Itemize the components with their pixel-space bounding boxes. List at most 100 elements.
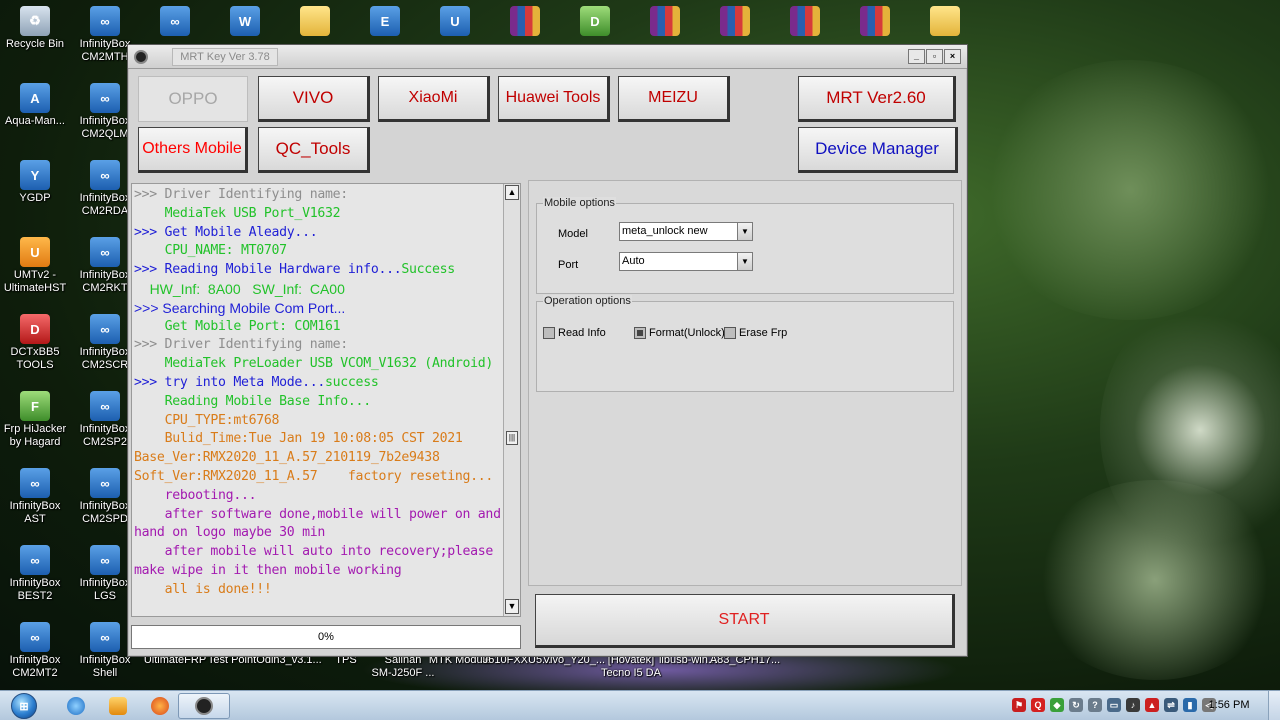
desktop-icon[interactable]: F Frp HiJacker by Hagard — [0, 391, 72, 449]
chevron-down-icon[interactable]: ▼ — [737, 223, 752, 240]
format-unlock-label: Format(Unlock) — [649, 327, 725, 339]
log-line: >>> Get Mobile Aleady... — [134, 224, 318, 240]
checkbox-icon[interactable] — [724, 327, 736, 339]
restore-button[interactable]: ▫ — [926, 49, 943, 64]
chevron-down-icon[interactable]: ▼ — [737, 253, 752, 270]
log-line-segment: Success — [401, 262, 455, 278]
desktop-icon[interactable]: U UMTv2 - UltimateHST — [0, 237, 72, 295]
desktop-icon[interactable]: ♻ Recycle Bin — [0, 6, 72, 51]
format-unlock-checkbox[interactable]: Format(Unlock) — [634, 327, 725, 339]
oppo-button[interactable]: OPPO — [138, 76, 248, 122]
infinitybox-icon: ∞ — [90, 391, 120, 421]
start-menu-button[interactable]: ⊞ — [4, 691, 44, 720]
log-line: MediaTek PreLoader USB VCOM_V1632 (Andro… — [134, 356, 494, 372]
infinitybox-icon: ∞ — [90, 545, 120, 575]
desktop-icon[interactable] — [628, 6, 702, 38]
desktop-icon-label: InfinityBox BEST2 — [9, 577, 61, 602]
antivirus-icon[interactable]: ▲ — [1145, 698, 1159, 712]
close-button[interactable]: × — [944, 49, 961, 64]
desktop-icon[interactable] — [278, 6, 352, 38]
infinitybox-icon: ∞ — [20, 468, 50, 498]
q-icon[interactable]: Q — [1031, 698, 1045, 712]
log-scrollbar[interactable]: ▲ ||| ▼ — [503, 184, 520, 616]
mobile-options-title: Mobile options — [543, 197, 616, 209]
model-value: meta_unlock new — [622, 225, 708, 237]
device-icon[interactable]: ▭ — [1107, 698, 1121, 712]
erase-frp-checkbox[interactable]: Erase Frp — [724, 327, 787, 339]
others-mobile-button[interactable]: Others Mobile — [138, 127, 248, 173]
log-line-segment: >>> Reading Mobile Hardware info... — [134, 262, 402, 278]
desktop-icon-label: DCTxBB5 TOOLS — [10, 346, 60, 371]
desktop-icon-label: InfinityBox Shell — [79, 654, 131, 679]
log-line: >>> Reading Mobile Hardware info...Succe… — [134, 261, 502, 280]
desktop-icon[interactable] — [768, 6, 842, 38]
mrt-ver-button[interactable]: MRT Ver2.60 — [798, 76, 956, 122]
qc-tools-button[interactable]: QC_Tools — [258, 127, 370, 173]
desktop-icon[interactable] — [908, 6, 982, 38]
flag-icon[interactable]: ⚑ — [1012, 698, 1026, 712]
desktop-icon[interactable]: ∞ InfinityBox BEST2 — [0, 545, 72, 603]
model-select[interactable]: meta_unlock new ▼ — [619, 222, 753, 241]
help-icon[interactable]: ? — [1088, 698, 1102, 712]
log-line: Reading Mobile Base Info... — [134, 393, 372, 409]
scroll-up-icon[interactable]: ▲ — [505, 185, 519, 200]
security-icon[interactable]: ◆ — [1050, 698, 1064, 712]
desktop-icon[interactable] — [838, 6, 912, 38]
huawei-tools-button[interactable]: Huawei Tools — [498, 76, 610, 122]
taskbar-mrt-key[interactable] — [178, 693, 230, 719]
port-select[interactable]: Auto ▼ — [619, 252, 753, 271]
scroll-thumb[interactable]: ||| — [506, 431, 518, 445]
rar-archive-icon — [860, 6, 890, 36]
desktop-icon[interactable] — [488, 6, 562, 38]
desktop-icon[interactable]: Y YGDP — [0, 160, 72, 205]
infinitybox-icon: ∞ — [90, 237, 120, 267]
desktop-icon[interactable]: D DCTxBB5 TOOLS — [0, 314, 72, 372]
desktop-icon[interactable]: ∞ InfinityBox CM2MT2 — [0, 622, 72, 680]
desktop-icon-label: Frp HiJacker by Hagard — [3, 423, 67, 448]
mobile-options-group: Mobile options Model meta_unlock new ▼ P… — [536, 197, 954, 294]
clock[interactable]: 1:56 PM — [1196, 699, 1262, 711]
desktop-icon[interactable]: E — [348, 6, 422, 38]
desktop-icon[interactable]: A Aqua-Man... — [0, 83, 72, 128]
frp-hijacker-icon: F — [20, 391, 50, 421]
desktop-icon-label: InfinityBox AST — [9, 500, 61, 525]
desktop-icon[interactable]: U — [418, 6, 492, 38]
desktop-icon-label: Aqua-Man... — [5, 115, 65, 127]
minimize-button[interactable]: _ — [908, 49, 925, 64]
window-titlebar[interactable]: MRT Key Ver 3.78 _ ▫ × — [128, 45, 967, 69]
checkbox-icon[interactable] — [634, 327, 646, 339]
log-line: after software done,mobile will power on… — [134, 506, 501, 541]
volume-icon[interactable]: ♪ — [1126, 698, 1140, 712]
rar-archive-icon — [650, 6, 680, 36]
log-output[interactable]: >>> Driver Identifying name: MediaTek US… — [131, 183, 521, 617]
xiaomi-button[interactable]: XiaoMi — [378, 76, 490, 122]
sync-icon[interactable]: ↻ — [1069, 698, 1083, 712]
desktop-icon[interactable]: W — [208, 6, 282, 38]
vivo-button[interactable]: VIVO — [258, 76, 370, 122]
port-value: Auto — [622, 255, 645, 267]
log-line: Soft_Ver:RMX2020_11_A.57 factory resetin… — [134, 468, 502, 487]
taskbar: ⊞ ⚑ Q ◆ ↻ ? ▭ ♪ ▲ ⇌ ▮ ◁ 1:56 PM — [0, 690, 1280, 720]
scroll-down-icon[interactable]: ▼ — [505, 599, 519, 614]
operation-options-title: Operation options — [543, 295, 632, 307]
device-manager-button[interactable]: Device Manager — [798, 127, 958, 173]
checkbox-icon[interactable] — [543, 327, 555, 339]
shortcut-icon: W — [230, 6, 260, 36]
meizu-button[interactable]: MEIZU — [618, 76, 730, 122]
start-button[interactable]: START — [535, 594, 955, 648]
shortcut-icon: E — [370, 6, 400, 36]
read-info-checkbox[interactable]: Read Info — [543, 327, 606, 339]
desktop-icon[interactable]: ∞ — [138, 6, 212, 38]
network-icon[interactable]: ▮ — [1183, 698, 1197, 712]
desktop-icon[interactable]: ∞ InfinityBox AST — [0, 468, 72, 526]
log-line: CPU_TYPE:mt6768 — [134, 412, 280, 428]
show-desktop-button[interactable] — [1268, 691, 1280, 720]
desktop-icon[interactable]: D — [558, 6, 632, 38]
log-line: Bulid_Time:Tue Jan 19 10:08:05 CST 2021 — [134, 431, 463, 447]
app-icon — [134, 50, 148, 64]
log-line: rebooting... — [134, 487, 257, 503]
usb-icon[interactable]: ⇌ — [1164, 698, 1178, 712]
mrt-key-window: MRT Key Ver 3.78 _ ▫ × OPPO VIVO XiaoMi … — [127, 44, 968, 657]
desktop-icon[interactable] — [698, 6, 772, 38]
folder-icon — [300, 6, 330, 36]
